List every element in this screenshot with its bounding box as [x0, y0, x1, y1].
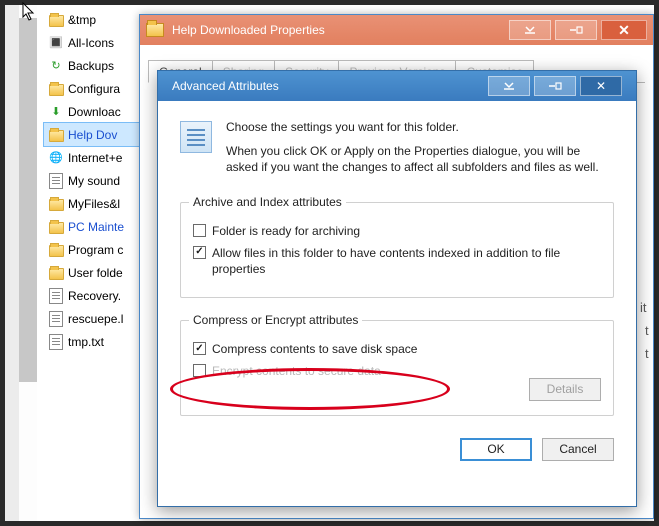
group-legend: Archive and Index attributes — [189, 195, 346, 209]
folder-icon — [48, 196, 64, 212]
checkbox-compress[interactable] — [193, 342, 206, 355]
tree-item-label: Help Dov — [68, 128, 117, 142]
file-icon — [48, 311, 64, 327]
folder-icon — [48, 242, 64, 258]
checkbox-index-label: Allow files in this folder to have conte… — [212, 245, 601, 277]
tree-item-label: &tmp — [68, 13, 96, 27]
intro-line-1: Choose the settings you want for this fo… — [226, 119, 614, 135]
refresh-icon: ↻ — [48, 58, 64, 74]
folder-icon — [48, 12, 64, 28]
tree-item-label: PC Mainte — [68, 220, 124, 234]
tree-item-label: Backups — [68, 59, 114, 73]
tree-item-label: MyFiles&l — [68, 197, 120, 211]
checkbox-index[interactable] — [193, 246, 206, 259]
properties-titlebar[interactable]: Help Downloaded Properties ✕ — [140, 15, 653, 45]
cancel-button[interactable]: Cancel — [542, 438, 614, 461]
folder-icon — [48, 127, 64, 143]
checkbox-archive-label: Folder is ready for archiving — [212, 223, 360, 239]
tree-item-label: Internet+e — [68, 151, 122, 165]
tree-item-label: rescuepe.l — [68, 312, 123, 326]
checkbox-archive[interactable] — [193, 224, 206, 237]
tree-item-label: Recovery. — [68, 289, 121, 303]
tree-item-label: User folde — [68, 266, 123, 280]
tree-item-label: Program c — [68, 243, 123, 257]
file-icon — [48, 334, 64, 350]
titlebar-button[interactable] — [509, 20, 551, 40]
advanced-intro: Choose the settings you want for this fo… — [226, 119, 614, 184]
tree-item-label: Configura — [68, 82, 120, 96]
bg-text: it — [640, 300, 647, 315]
bg-text: t — [645, 323, 649, 338]
tree-item-label: My sound — [68, 174, 120, 188]
file-icon — [48, 288, 64, 304]
advanced-titlebar[interactable]: Advanced Attributes ✕ — [158, 71, 636, 101]
download-icon: ⬇ — [48, 104, 64, 120]
titlebar-button[interactable] — [534, 76, 576, 96]
ok-button[interactable]: OK — [460, 438, 532, 461]
intro-line-2: When you click OK or Apply on the Proper… — [226, 143, 614, 175]
bg-text: t — [645, 346, 649, 361]
folder-icon — [48, 265, 64, 281]
advanced-title-text: Advanced Attributes — [172, 79, 279, 93]
file-icon — [48, 173, 64, 189]
titlebar-button[interactable] — [555, 20, 597, 40]
folder-icon — [146, 23, 164, 37]
settings-list-icon — [180, 121, 212, 153]
folder-icon — [48, 219, 64, 235]
checkbox-encrypt-label: Encrypt contents to secure data — [212, 363, 381, 379]
tree-item-label: Downloac — [68, 105, 121, 119]
archive-index-group: Archive and Index attributes Folder is r… — [180, 202, 614, 299]
close-button[interactable]: ✕ — [601, 20, 647, 40]
tree-item-label: tmp.txt — [68, 335, 104, 349]
compress-encrypt-group: Compress or Encrypt attributes Compress … — [180, 320, 614, 415]
close-button[interactable]: ✕ — [580, 76, 622, 96]
group-legend: Compress or Encrypt attributes — [189, 313, 362, 327]
checkbox-compress-label: Compress contents to save disk space — [212, 341, 417, 357]
properties-title-text: Help Downloaded Properties — [172, 23, 325, 37]
globe-icon: 🌐 — [48, 150, 64, 166]
gutter — [5, 5, 19, 521]
scrollbar-track[interactable] — [19, 18, 37, 382]
advanced-attributes-dialog: Advanced Attributes ✕ Choose the setting… — [157, 70, 637, 507]
titlebar-button[interactable] — [488, 76, 530, 96]
icons-icon: 🔳 — [48, 35, 64, 51]
checkbox-encrypt[interactable] — [193, 364, 206, 377]
tree-item-label: All-Icons — [68, 36, 114, 50]
folder-icon — [48, 81, 64, 97]
details-button[interactable]: Details — [529, 378, 601, 401]
